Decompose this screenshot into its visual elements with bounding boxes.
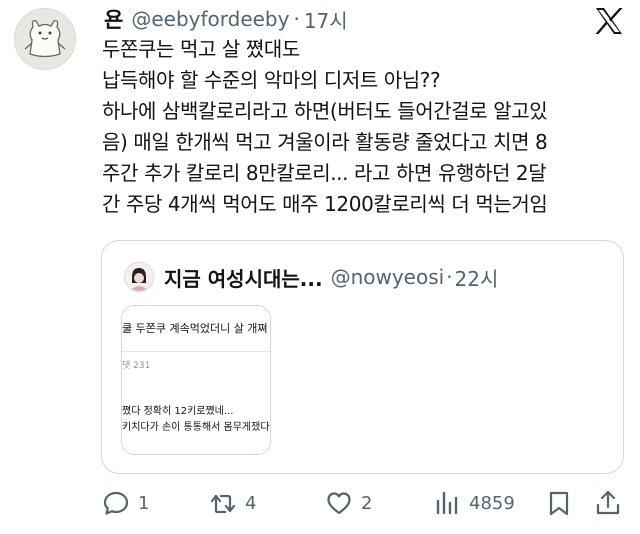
quoted-author-handle[interactable]: @nowyeosi [331, 265, 445, 289]
media-divider [122, 351, 270, 352]
tweet-line: 납득해야 할 수준의 악마의 디저트 아님?? [102, 68, 441, 92]
views-icon [436, 491, 458, 515]
tweet-body: 두쫀쿠는 먹고 살 쪘대도 납득해야 할 수준의 악마의 디저트 아님?? 하나… [102, 34, 632, 220]
author-handle[interactable]: @eebyfordeeby [131, 7, 289, 31]
x-logo-icon[interactable] [594, 7, 624, 35]
quoted-header: 지금 여성시대는... @nowyeosi · 22시 [124, 262, 498, 292]
quoted-timestamp[interactable]: 22시 [455, 263, 499, 292]
views-button[interactable]: 4859 [433, 488, 515, 518]
share-button[interactable] [594, 488, 622, 518]
tweet-line: 간 주당 4개씩 먹어도 매주 1200칼로리씩 더 먹는거임 [102, 192, 548, 216]
header-separator: · [293, 7, 300, 31]
like-icon [327, 492, 351, 515]
bookmark-button[interactable] [545, 488, 573, 518]
quoted-separator: · [446, 265, 453, 289]
views-count: 4859 [469, 492, 515, 514]
like-count: 2 [361, 492, 373, 514]
tweet-line: 하나에 삼백칼로리라고 하면(버터도 들어간걸로 알고있 [102, 99, 548, 123]
tweet-line: 주간 추가 칼로리 8만칼로리... 라고 하면 유행하던 2달 [102, 161, 547, 185]
repost-count: 4 [245, 492, 257, 514]
media-text-line: 키치다가 손이 통통해서 몸무게쟀다가 [122, 422, 271, 433]
tweet-line: 두쫀쿠는 먹고 살 쪘대도 [102, 37, 300, 61]
tweet-action-bar: 1 4 2 4859 [0, 478, 640, 528]
tweet-header: 욘 @eebyfordeeby · 17시 [104, 4, 348, 34]
media-comment-count: 댓 231 [122, 361, 151, 371]
media-text-line: 쪘다 정확히 12키로쪘네... [122, 406, 234, 417]
repost-button[interactable]: 4 [209, 488, 256, 518]
reply-button[interactable]: 1 [102, 488, 149, 518]
quoted-tweet[interactable]: 지금 여성시대는... @nowyeosi · 22시 쿨 두쫀쿠 계속먹었더니… [101, 240, 624, 474]
tweet-timestamp[interactable]: 17시 [304, 5, 348, 34]
media-post-title: 쿨 두쫀쿠 계속먹었더니 살 개쪄 [122, 322, 268, 335]
author-name[interactable]: 욘 [104, 4, 123, 34]
reply-count: 1 [138, 492, 150, 514]
quoted-author-name[interactable]: 지금 여성시대는... [164, 263, 323, 292]
bookmark-icon [549, 491, 569, 516]
like-button[interactable]: 2 [325, 488, 372, 518]
repost-icon [210, 494, 236, 514]
tweet-line: 음) 매일 한개씩 먹고 겨울이라 활동량 줄었다고 치면 8 [102, 130, 548, 154]
quoted-avatar[interactable] [124, 262, 154, 292]
avatar-illustration [15, 9, 75, 69]
share-icon [596, 490, 620, 515]
quoted-avatar-illustration [125, 263, 153, 291]
quoted-media-image[interactable]: 쿨 두쫀쿠 계속먹었더니 살 개쪄 댓 231 쪘다 정확히 12키로쪘네...… [121, 305, 271, 455]
reply-icon [103, 491, 129, 515]
author-avatar[interactable] [14, 8, 76, 70]
